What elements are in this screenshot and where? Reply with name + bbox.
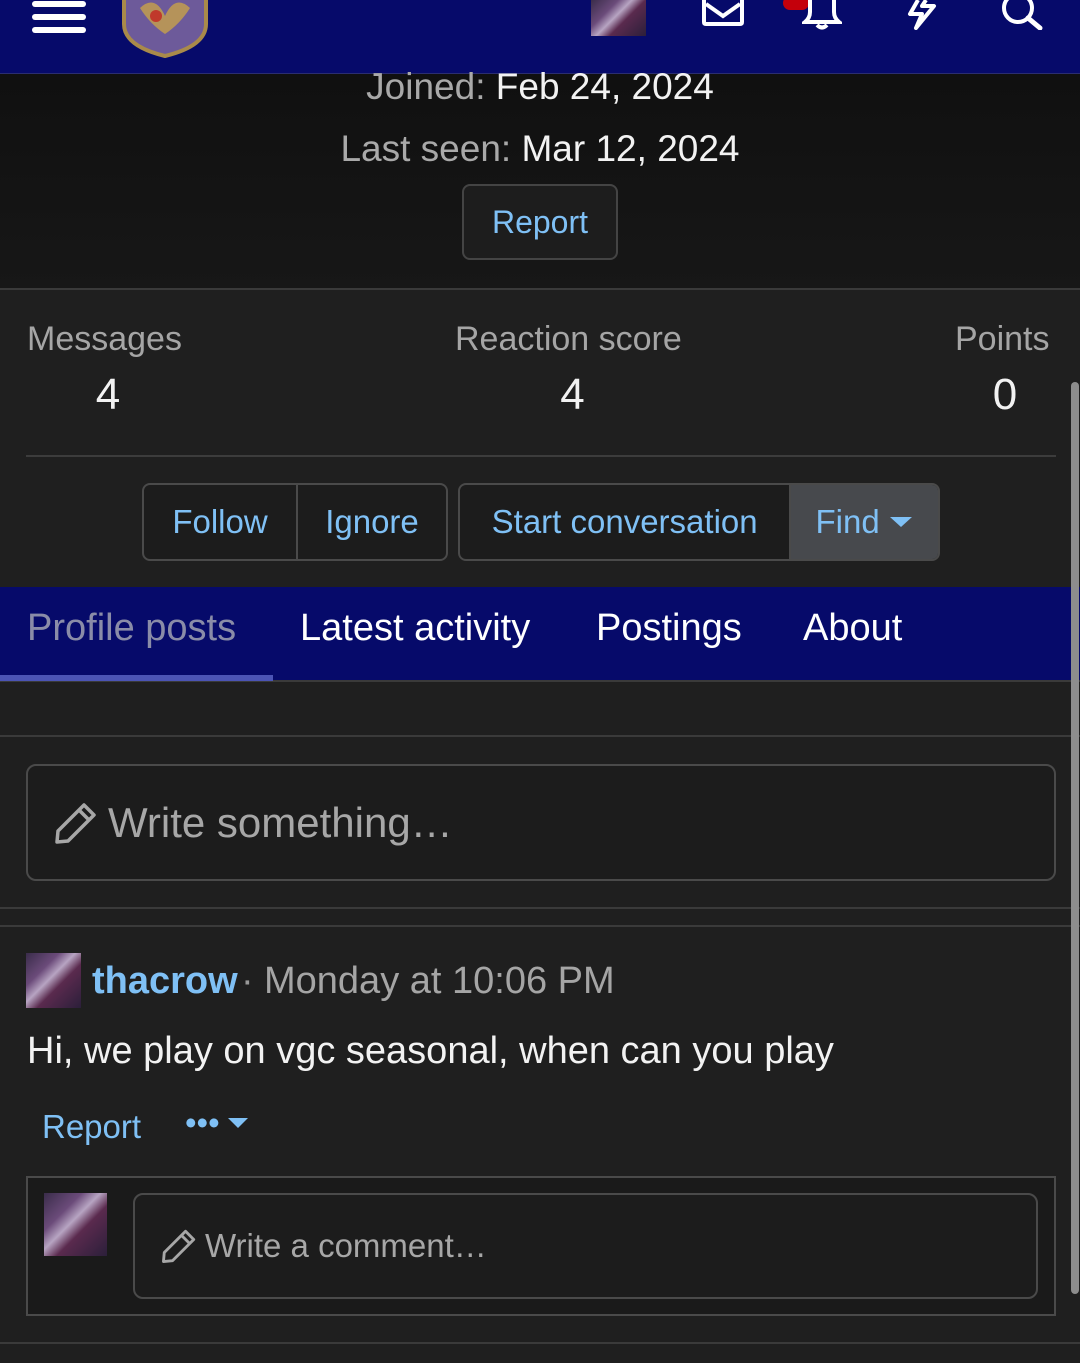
section-divider [0, 907, 1080, 909]
stat-points-label: Points [955, 320, 1050, 358]
write-something-input[interactable]: Write something… [26, 764, 1056, 881]
stat-reaction-score-label: Reaction score [455, 320, 682, 358]
post-body: Hi, we play on vgc seasonal, when can yo… [27, 1030, 834, 1072]
find-label: Find [815, 503, 880, 540]
joined-line: Joined: Feb 24, 2024 [0, 66, 1080, 108]
last-seen-label: Last seen: [340, 128, 512, 169]
tab-about[interactable]: About [803, 607, 902, 650]
pencil-icon [55, 802, 96, 844]
pencil-icon [162, 1229, 196, 1263]
post-more-options[interactable]: ••• [185, 1104, 250, 1142]
start-conversation-button[interactable]: Start conversation [460, 485, 789, 559]
stat-messages-label: Messages [27, 320, 182, 358]
inbox-icon[interactable] [700, 0, 746, 26]
follow-ignore-group: Follow Ignore [142, 483, 448, 561]
section-divider [0, 735, 1080, 737]
user-avatar[interactable] [591, 0, 646, 36]
report-profile-button[interactable]: Report [462, 184, 618, 260]
site-logo[interactable] [120, 0, 210, 58]
commenter-avatar[interactable] [44, 1193, 107, 1256]
menu-icon[interactable] [28, 0, 90, 36]
profile-header: Joined: Feb 24, 2024 Last seen: Mar 12, … [0, 66, 1080, 290]
profile-tabs: Profile posts Latest activity Postings A… [0, 587, 1080, 682]
tab-profile-posts[interactable]: Profile posts [27, 607, 236, 650]
ignore-button[interactable]: Ignore [298, 485, 446, 559]
stats-divider [26, 455, 1056, 457]
section-divider [0, 925, 1080, 927]
caret-down-icon [227, 1118, 248, 1128]
write-something-placeholder: Write something… [108, 798, 453, 846]
find-dropdown-button[interactable]: Find [791, 485, 938, 559]
caret-down-icon [889, 517, 912, 527]
write-comment-placeholder: Write a comment… [205, 1227, 487, 1264]
joined-value: Feb 24, 2024 [495, 66, 714, 107]
search-icon[interactable] [1000, 0, 1044, 30]
active-tab-indicator [0, 675, 273, 681]
write-comment-input[interactable]: Write a comment… [133, 1193, 1038, 1299]
conversation-find-group: Start conversation Find [458, 483, 940, 561]
tab-latest-activity[interactable]: Latest activity [300, 607, 530, 650]
post-meta-separator: · [241, 960, 254, 1002]
tab-postings[interactable]: Postings [596, 607, 742, 650]
follow-button[interactable]: Follow [144, 485, 296, 559]
more-dots-icon: ••• [185, 1104, 220, 1141]
last-seen-line: Last seen: Mar 12, 2024 [0, 128, 1080, 170]
top-navigation-bar [0, 0, 1080, 74]
bell-icon[interactable] [802, 0, 842, 30]
post-timestamp[interactable]: Monday at 10:06 PM [264, 960, 615, 1003]
post-report-link[interactable]: Report [42, 1108, 141, 1146]
stat-points-value[interactable]: 0 [955, 370, 1055, 420]
last-seen-value: Mar 12, 2024 [521, 128, 740, 169]
stat-messages-value[interactable]: 4 [27, 370, 189, 420]
joined-label: Joined: [366, 66, 486, 107]
post-author-avatar[interactable] [26, 953, 81, 1008]
stat-reaction-score-value[interactable]: 4 [455, 370, 690, 420]
scrollbar[interactable] [1071, 382, 1079, 1294]
post-author-link[interactable]: thacrow [92, 960, 238, 1003]
section-divider [0, 1342, 1080, 1344]
lightning-icon[interactable] [904, 0, 940, 30]
